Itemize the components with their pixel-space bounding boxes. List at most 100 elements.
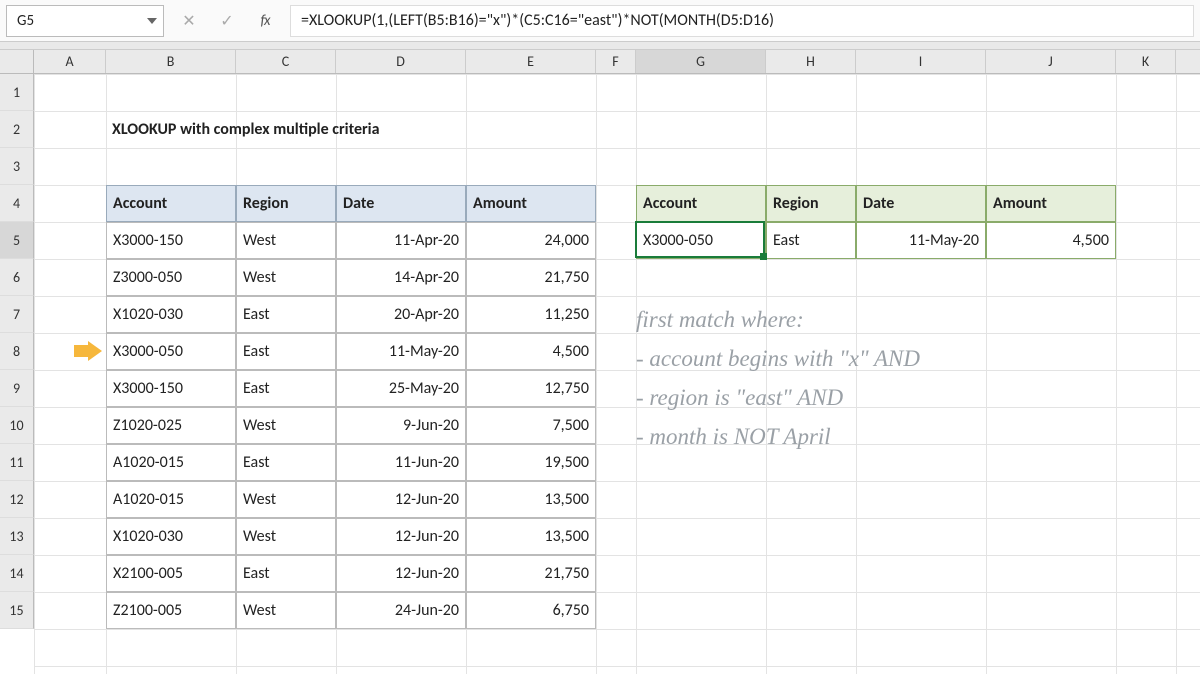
table-cell-account[interactable]: X1020-030 [106, 296, 236, 333]
table-cell-amount[interactable]: 7,500 [466, 407, 596, 444]
row-header[interactable]: 5 [0, 222, 34, 259]
enter-icon[interactable]: ✓ [218, 11, 236, 31]
row-header[interactable]: 11 [0, 444, 34, 481]
row-header[interactable]: 7 [0, 296, 34, 333]
table-cell-region[interactable]: West [236, 222, 336, 259]
ribbon-separator [0, 42, 1200, 50]
select-all-corner[interactable] [0, 50, 34, 74]
table-cell-amount[interactable]: 19,500 [466, 444, 596, 481]
table-cell-region[interactable]: East [236, 333, 336, 370]
column-header[interactable]: I [856, 50, 986, 73]
table-cell-account[interactable]: X3000-150 [106, 370, 236, 407]
note-heading: first match where: [636, 300, 1156, 339]
column-header[interactable]: K [1116, 50, 1176, 73]
formula-bar-buttons: ✕ ✓ fx [168, 11, 286, 31]
result-cell-date[interactable]: 11-May-20 [856, 222, 986, 259]
cancel-icon[interactable]: ✕ [180, 11, 198, 31]
table-cell-amount[interactable]: 13,500 [466, 518, 596, 555]
row-header[interactable]: 12 [0, 481, 34, 518]
result-header[interactable]: Amount [986, 185, 1116, 222]
row-header[interactable]: 4 [0, 185, 34, 222]
column-header[interactable]: E [466, 50, 596, 73]
row-header[interactable]: 14 [0, 555, 34, 592]
column-header[interactable]: C [236, 50, 336, 73]
table-cell-region[interactable]: West [236, 592, 336, 629]
table-cell-date[interactable]: 14-Apr-20 [336, 259, 466, 296]
table-cell-date[interactable]: 25-May-20 [336, 370, 466, 407]
name-box[interactable]: G5 [6, 5, 164, 37]
table-cell-amount[interactable]: 13,500 [466, 481, 596, 518]
table-cell-account[interactable]: Z2100-005 [106, 592, 236, 629]
column-header[interactable]: J [986, 50, 1116, 73]
table-cell-amount[interactable]: 6,750 [466, 592, 596, 629]
table-cell-date[interactable]: 9-Jun-20 [336, 407, 466, 444]
formula-bar: G5 ✕ ✓ fx =XLOOKUP(1,(LEFT(B5:B16)="x")*… [0, 0, 1200, 42]
table-cell-region[interactable]: East [236, 296, 336, 333]
column-header[interactable]: D [336, 50, 466, 73]
table-cell-account[interactable]: X2100-005 [106, 555, 236, 592]
result-header[interactable]: Account [636, 185, 766, 222]
row-header[interactable]: 13 [0, 518, 34, 555]
table-cell-amount[interactable]: 24,000 [466, 222, 596, 259]
table-cell-amount[interactable]: 21,750 [466, 259, 596, 296]
table-cell-date[interactable]: 11-May-20 [336, 333, 466, 370]
table-cell-region[interactable]: West [236, 407, 336, 444]
table-cell-account[interactable]: A1020-015 [106, 444, 236, 481]
table-header[interactable]: Region [236, 185, 336, 222]
result-header[interactable]: Date [856, 185, 986, 222]
result-header[interactable]: Region [766, 185, 856, 222]
fx-icon[interactable]: fx [256, 12, 274, 30]
row-header[interactable]: 6 [0, 259, 34, 296]
arrow-icon [74, 341, 102, 361]
table-cell-amount[interactable]: 12,750 [466, 370, 596, 407]
result-cell-region[interactable]: East [766, 222, 856, 259]
table-cell-account[interactable]: X3000-150 [106, 222, 236, 259]
table-cell-region[interactable]: West [236, 259, 336, 296]
note-line: - account begins with "x" AND [636, 339, 1156, 378]
row-header[interactable]: 1 [0, 74, 34, 111]
column-header[interactable]: A [34, 50, 106, 73]
row-header[interactable]: 2 [0, 111, 34, 148]
formula-input[interactable]: =XLOOKUP(1,(LEFT(B5:B16)="x")*(C5:C16="e… [290, 5, 1194, 37]
column-header[interactable]: B [106, 50, 236, 73]
table-cell-date[interactable]: 12-Jun-20 [336, 481, 466, 518]
table-cell-date[interactable]: 20-Apr-20 [336, 296, 466, 333]
formula-text: =XLOOKUP(1,(LEFT(B5:B16)="x")*(C5:C16="e… [301, 11, 774, 30]
note-line: - month is NOT April [636, 417, 1156, 456]
chevron-down-icon [147, 18, 157, 24]
table-cell-account[interactable]: Z3000-050 [106, 259, 236, 296]
table-cell-account[interactable]: Z1020-025 [106, 407, 236, 444]
table-cell-date[interactable]: 12-Jun-20 [336, 555, 466, 592]
result-cell-amount[interactable]: 4,500 [986, 222, 1116, 259]
row-header[interactable]: 10 [0, 407, 34, 444]
table-cell-region[interactable]: East [236, 370, 336, 407]
result-cell-account[interactable]: X3000-050 [636, 222, 766, 259]
table-cell-date[interactable]: 11-Jun-20 [336, 444, 466, 481]
column-headers: ABCDEFGHIJK [34, 50, 1200, 74]
row-header[interactable]: 3 [0, 148, 34, 185]
row-header[interactable]: 8 [0, 333, 34, 370]
table-cell-date[interactable]: 11-Apr-20 [336, 222, 466, 259]
table-cell-amount[interactable]: 11,250 [466, 296, 596, 333]
column-header[interactable]: G [636, 50, 766, 73]
column-header[interactable]: F [596, 50, 636, 73]
table-cell-date[interactable]: 24-Jun-20 [336, 592, 466, 629]
table-cell-region[interactable]: West [236, 481, 336, 518]
page-title[interactable]: XLOOKUP with complex multiple criteria [106, 111, 606, 148]
table-cell-account[interactable]: X1020-030 [106, 518, 236, 555]
table-cell-account[interactable]: X3000-050 [106, 333, 236, 370]
row-header[interactable]: 9 [0, 370, 34, 407]
note-line: - region is "east" AND [636, 378, 1156, 417]
table-header[interactable]: Account [106, 185, 236, 222]
table-cell-region[interactable]: East [236, 444, 336, 481]
table-cell-region[interactable]: West [236, 518, 336, 555]
table-cell-date[interactable]: 12-Jun-20 [336, 518, 466, 555]
column-header[interactable]: H [766, 50, 856, 73]
table-cell-amount[interactable]: 4,500 [466, 333, 596, 370]
table-cell-region[interactable]: East [236, 555, 336, 592]
row-header[interactable]: 15 [0, 592, 34, 629]
table-header[interactable]: Amount [466, 185, 596, 222]
table-cell-account[interactable]: A1020-015 [106, 481, 236, 518]
table-cell-amount[interactable]: 21,750 [466, 555, 596, 592]
table-header[interactable]: Date [336, 185, 466, 222]
